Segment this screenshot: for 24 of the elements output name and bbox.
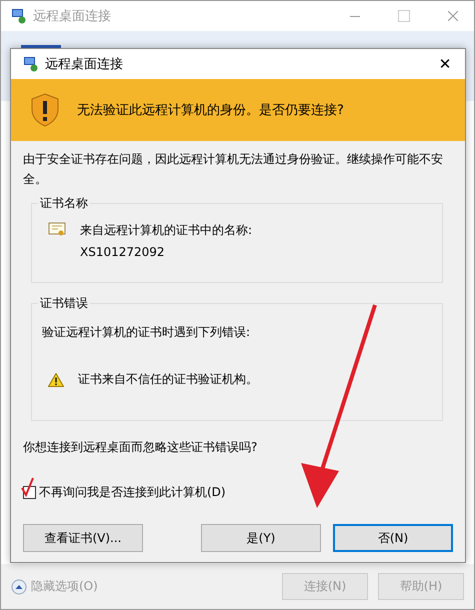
window-title: 远程桌面连接	[33, 8, 111, 25]
warning-icon	[48, 372, 64, 386]
question-text: 你想连接到远程桌面而忽略这些证书错误吗?	[23, 439, 258, 456]
shield-warning-icon	[31, 93, 59, 127]
group-title: 证书名称	[39, 195, 89, 212]
certificate-icon	[48, 222, 66, 238]
remote-desktop-icon	[11, 8, 27, 24]
remote-desktop-icon	[23, 56, 39, 72]
error-intro-text: 验证远程计算机的证书时遇到下列错误:	[42, 324, 252, 341]
warning-message: 无法验证此远程计算机的身份。是否仍要连接?	[77, 102, 344, 119]
dialog-title: 远程桌面连接	[45, 56, 123, 73]
yes-button[interactable]: 是(Y)	[201, 524, 321, 552]
no-button[interactable]: 否(N)	[333, 524, 453, 552]
collapse-icon[interactable]	[11, 578, 27, 594]
view-certificate-button[interactable]: 查看证书(V)...	[23, 524, 143, 552]
certificate-name-value: XS101272092	[80, 245, 166, 259]
checkbox-label[interactable]: 不再询问我是否连接到此计算机(D)	[39, 484, 226, 501]
certificate-name-label: 来自远程计算机的证书中的名称:	[80, 222, 252, 239]
close-button[interactable]: ✕	[425, 49, 465, 79]
error-text: 证书来自不信任的证书验证机构。	[78, 371, 258, 388]
description-text: 由于安全证书存在问题，因此远程计算机无法通过身份验证。继续操作可能不安全。	[23, 151, 444, 188]
close-icon[interactable]	[448, 11, 458, 21]
maximize-icon[interactable]	[398, 10, 410, 22]
group-title: 证书错误	[39, 295, 89, 312]
